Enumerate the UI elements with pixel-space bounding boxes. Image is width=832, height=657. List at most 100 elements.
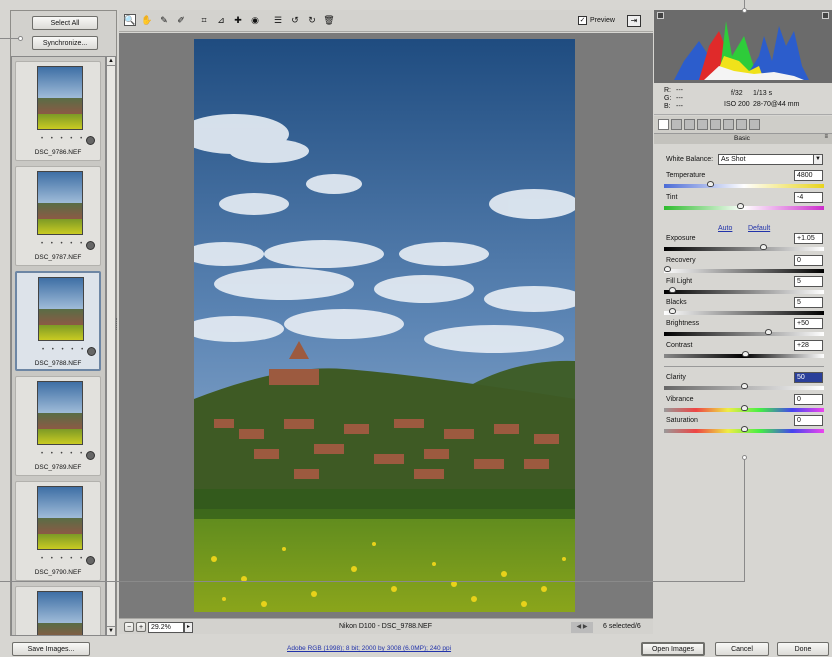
slider-track[interactable] xyxy=(664,405,824,412)
select-all-button[interactable]: Select All xyxy=(32,16,98,30)
straighten-icon[interactable]: ⊿ xyxy=(215,14,227,26)
panel-menu-icon[interactable]: ≡ xyxy=(824,134,828,140)
thumbnail-item[interactable]: • • • • • DSC_9788.NEF xyxy=(15,271,101,371)
slider-thumb[interactable] xyxy=(742,351,750,357)
slider-track[interactable] xyxy=(664,329,824,336)
slider-value-field[interactable]: +1.05 xyxy=(794,233,823,244)
zoom-in-button[interactable]: + xyxy=(136,622,146,632)
hand-icon[interactable]: ✋ xyxy=(141,14,153,26)
synchronize-button[interactable]: Synchronize... xyxy=(32,36,98,50)
done-button[interactable]: Done xyxy=(777,642,829,656)
slider-track[interactable] xyxy=(664,426,824,433)
hsl-tab-icon[interactable] xyxy=(697,119,708,130)
zoom-icon[interactable]: 🔍 xyxy=(124,14,136,26)
cancel-button[interactable]: Cancel xyxy=(715,642,769,656)
thumbnail-item[interactable]: • • • • • DSC_9787.NEF xyxy=(15,166,101,266)
default-link[interactable]: Default xyxy=(748,225,770,232)
split-toning-tab-icon[interactable] xyxy=(710,119,721,130)
open-images-button[interactable]: Open Images xyxy=(641,642,705,656)
rating-stars[interactable]: • • • • • xyxy=(41,136,85,142)
chevron-down-icon[interactable]: ▼ xyxy=(813,155,822,164)
zoom-out-button[interactable]: − xyxy=(124,622,134,632)
slider-track[interactable] xyxy=(664,287,824,294)
slider-value-field[interactable]: +50 xyxy=(794,318,823,329)
shadow-clip-icon[interactable] xyxy=(657,12,664,19)
white-balance-select[interactable]: As Shot xyxy=(718,154,823,165)
shutter: 1/13 s xyxy=(753,90,773,97)
status-bar: − + 29.2% ▸ Nikon D100 - DSC_9788.NEF ◀ … xyxy=(119,618,653,634)
thumbnail-item[interactable]: • • • • • DSC_9789.NEF xyxy=(15,376,101,476)
rating-stars[interactable]: • • • • • xyxy=(41,241,85,247)
slider-value-field[interactable]: 4800 xyxy=(794,170,823,181)
bottom-bar: Save Images... Adobe RGB (1998); 8 bit; … xyxy=(0,640,832,657)
slider-thumb[interactable] xyxy=(668,287,676,293)
slider-track[interactable] xyxy=(664,181,824,188)
basic-tab-icon[interactable] xyxy=(658,119,669,130)
slider-thumb[interactable] xyxy=(764,329,772,335)
callout-dot xyxy=(742,455,747,460)
eyedropper-icon[interactable]: ✎ xyxy=(158,14,170,26)
save-images-button[interactable]: Save Images... xyxy=(12,642,90,656)
aperture: f/32 xyxy=(731,90,743,97)
slider-track[interactable] xyxy=(664,244,824,251)
slider-track[interactable] xyxy=(664,203,824,210)
slider-value-field[interactable]: 5 xyxy=(794,297,823,308)
thumbnail-filename: DSC_9789.NEF xyxy=(34,464,82,471)
list-icon[interactable]: ☰ xyxy=(272,14,284,26)
camera-calibration-tab-icon[interactable] xyxy=(736,119,747,130)
slider-label: Clarity xyxy=(666,374,686,381)
zoom-dropdown-icon[interactable]: ▸ xyxy=(184,622,193,633)
slider-value-field[interactable]: 0 xyxy=(794,255,823,266)
zoom-field[interactable]: 29.2% xyxy=(148,622,184,633)
retouch-icon[interactable]: ✚ xyxy=(232,14,244,26)
histogram-panel xyxy=(654,10,832,83)
slider-value-field[interactable]: 50 xyxy=(794,372,823,383)
filmstrip-panel: Select All Synchronize... • • • • • DSC_9… xyxy=(10,10,117,636)
slider-value-field[interactable]: 5 xyxy=(794,276,823,287)
filmstrip-scrollbar[interactable]: ▲ ▼ xyxy=(106,56,116,636)
red-eye-icon[interactable]: ◉ xyxy=(249,14,261,26)
slider-thumb[interactable] xyxy=(737,203,745,209)
workflow-options-link[interactable]: Adobe RGB (1998); 8 bit; 2000 by 3008 (6… xyxy=(287,645,451,652)
rotate-left-icon[interactable]: ↺ xyxy=(289,14,301,26)
prev-next-arrows[interactable]: ◀ ▶ xyxy=(571,622,593,633)
detail-tab-icon[interactable] xyxy=(684,119,695,130)
slider-label: Contrast xyxy=(666,342,693,349)
thumbnail-item[interactable] xyxy=(15,586,101,635)
slider-value-field[interactable]: -4 xyxy=(794,192,823,203)
slider-value-field[interactable]: 0 xyxy=(794,415,823,426)
tone-curve-tab-icon[interactable] xyxy=(671,119,682,130)
scroll-up-icon[interactable]: ▲ xyxy=(107,57,115,66)
thumbnail-filename: DSC_9786.NEF xyxy=(34,149,82,156)
trash-icon[interactable]: 🗑 xyxy=(323,14,335,26)
slider-track[interactable] xyxy=(664,266,824,273)
presets-tab-icon[interactable] xyxy=(749,119,760,130)
lens-tab-icon[interactable] xyxy=(723,119,734,130)
slider-label: Saturation xyxy=(666,417,698,424)
fullscreen-icon[interactable]: ⇥ xyxy=(627,15,641,27)
rotate-right-icon[interactable]: ↻ xyxy=(306,14,318,26)
rating-stars[interactable]: • • • • • xyxy=(41,556,85,562)
rating-stars[interactable]: • • • • • xyxy=(42,347,86,353)
auto-link[interactable]: Auto xyxy=(718,225,732,232)
thumbnail-item[interactable]: • • • • • DSC_9786.NEF xyxy=(15,61,101,161)
slider-thumb[interactable] xyxy=(740,383,748,389)
slider-thumb[interactable] xyxy=(706,181,714,187)
crop-icon[interactable]: ⌗ xyxy=(198,14,210,26)
thumbnail-item[interactable]: • • • • • DSC_9790.NEF xyxy=(15,481,101,581)
rating-stars[interactable]: • • • • • xyxy=(41,451,85,457)
color-sampler-icon[interactable]: ✐ xyxy=(175,14,187,26)
slider-thumb[interactable] xyxy=(760,244,768,250)
slider-value-field[interactable]: +28 xyxy=(794,340,823,351)
slider-thumb[interactable] xyxy=(668,308,676,314)
slider-track[interactable] xyxy=(664,383,824,390)
slider-thumb[interactable] xyxy=(740,426,748,432)
preview-checkbox[interactable]: ✓ xyxy=(578,16,587,25)
slider-thumb[interactable] xyxy=(740,405,748,411)
slider-value-field[interactable]: 0 xyxy=(794,394,823,405)
callout-line xyxy=(744,457,745,582)
slider-track[interactable] xyxy=(664,351,824,358)
slider-thumb[interactable] xyxy=(664,266,671,272)
scroll-down-icon[interactable]: ▼ xyxy=(107,626,115,635)
slider-track[interactable] xyxy=(664,308,824,315)
